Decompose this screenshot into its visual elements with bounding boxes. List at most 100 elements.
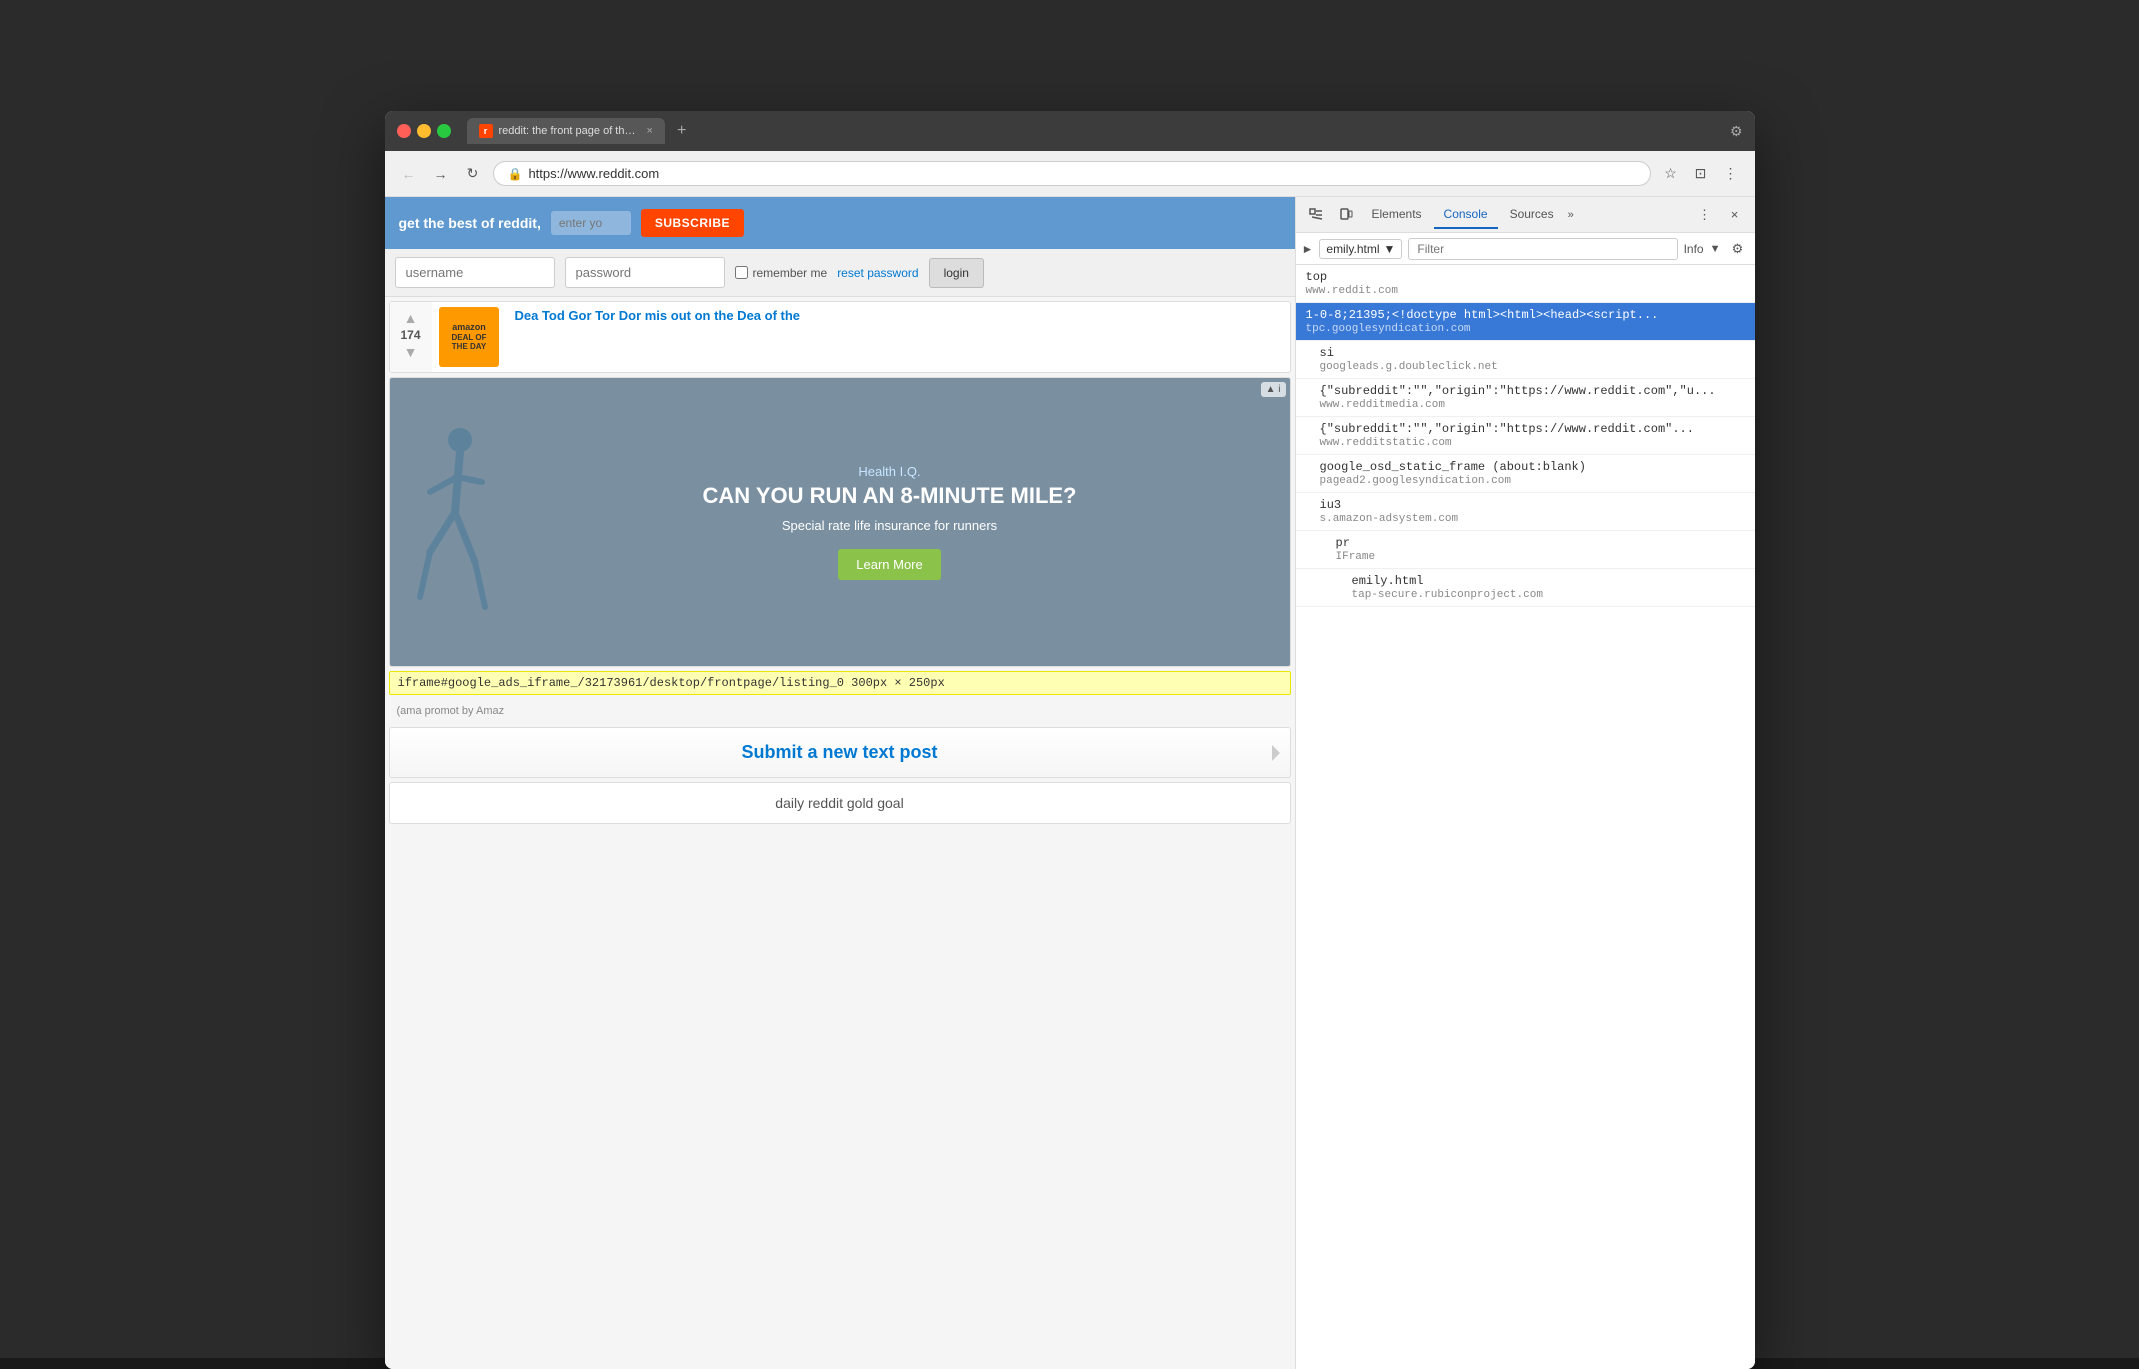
upvote-icon[interactable]: ▲ xyxy=(404,310,418,326)
minimize-traffic-light[interactable] xyxy=(417,124,431,138)
item-sub-si: googleads.g.doubleclick.net xyxy=(1320,361,1745,373)
reset-password-link[interactable]: reset password xyxy=(837,266,918,280)
item-sub-iu3: s.amazon-adsystem.com xyxy=(1320,513,1745,525)
tab-sources[interactable]: Sources xyxy=(1500,201,1564,229)
ad-body: Special rate life insurance for runners xyxy=(703,517,1077,535)
console-settings-gear[interactable]: ⚙ xyxy=(1727,238,1749,260)
gold-goal: daily reddit gold goal xyxy=(389,782,1291,824)
item-sub-emily: tap-secure.rubiconproject.com xyxy=(1352,589,1745,601)
iframe-highlight-bar: iframe#google_ads_iframe_/32173961/deskt… xyxy=(389,671,1291,695)
submit-post-button[interactable]: Submit a new text post xyxy=(389,727,1291,778)
console-item-si[interactable]: si googleads.g.doubleclick.net xyxy=(1296,341,1755,379)
new-tab-button[interactable]: + xyxy=(669,120,694,142)
item-main-selected: 1-0-8;21395;<!doctype html><html><head><… xyxy=(1306,308,1659,322)
tab-console[interactable]: Console xyxy=(1434,201,1498,229)
remember-checkbox[interactable] xyxy=(735,266,748,279)
console-item-emily[interactable]: emily.html tap-secure.rubiconproject.com xyxy=(1296,569,1755,607)
reddit-main: ▲ 174 ▼ amazon DEAL OF T xyxy=(385,297,1295,1369)
iframe-selector-text: iframe#google_ads_iframe_/32173961/deskt… xyxy=(398,676,945,690)
address-actions: ☆ ⊡ ⋮ xyxy=(1659,162,1743,186)
thumb-line3: THE DAY xyxy=(452,342,487,352)
amazon-thumbnail: amazon DEAL OF THE DAY xyxy=(439,307,499,367)
post-content: Dea Tod Gor Tor Dor mis out on the Dea o… xyxy=(507,302,1290,372)
menu-icon[interactable]: ⋮ xyxy=(1719,162,1743,186)
post-title[interactable]: Dea Tod Gor Tor Dor mis out on the Dea o… xyxy=(515,308,1282,325)
login-button[interactable]: login xyxy=(929,258,984,288)
item-main-emily: emily.html xyxy=(1352,574,1745,588)
device-toolbar-button[interactable] xyxy=(1332,201,1360,229)
reload-button[interactable]: ↻ xyxy=(461,162,485,186)
address-text: https://www.reddit.com xyxy=(528,166,659,181)
remember-label: remember me xyxy=(753,266,828,280)
tab-title: reddit: the front page of the in xyxy=(499,125,639,137)
ad-logo: Health I.Q. xyxy=(703,464,1077,479)
console-chevron-right[interactable]: ► xyxy=(1302,242,1314,256)
context-selector[interactable]: emily.html ▼ xyxy=(1319,239,1402,259)
post-item: ▲ 174 ▼ amazon DEAL OF T xyxy=(389,301,1291,373)
console-item-google-osd[interactable]: google_osd_static_frame (about:blank) pa… xyxy=(1296,455,1755,493)
remember-area: remember me xyxy=(735,266,828,280)
filter-input[interactable] xyxy=(1408,238,1677,260)
forward-button[interactable]: → xyxy=(429,162,453,186)
item-sub-redditstatic: www.redditstatic.com xyxy=(1320,437,1745,449)
content-area: ▲ 174 ▼ amazon DEAL OF T xyxy=(385,297,1295,1369)
subscribe-button[interactable]: SUBSCRIBE xyxy=(641,209,744,237)
extensions-icon[interactable]: ⊡ xyxy=(1689,162,1713,186)
address-input[interactable]: 🔒 https://www.reddit.com xyxy=(493,161,1651,186)
devtools-console: ► emily.html ▼ Info ▼ ⚙ xyxy=(1296,233,1755,1369)
item-main-text: top xyxy=(1306,270,1328,284)
devtools-panel: Elements Console Sources » ⋮ × xyxy=(1295,197,1755,1369)
tab-close-button[interactable]: × xyxy=(647,125,653,137)
maximize-traffic-light[interactable] xyxy=(437,124,451,138)
devtools-close-button[interactable]: × xyxy=(1721,201,1749,229)
thumb-line2: DEAL OF xyxy=(452,333,487,343)
inspect-element-button[interactable] xyxy=(1302,201,1330,229)
ad-badge: ▲ i xyxy=(1261,382,1286,397)
active-tab[interactable]: r reddit: the front page of the in × xyxy=(467,118,665,144)
item-sub-pr: IFrame xyxy=(1336,551,1745,563)
devtools-menu-icon[interactable]: ⚙ xyxy=(1730,123,1743,140)
item-main-google-osd: google_osd_static_frame (about:blank) xyxy=(1320,460,1745,474)
more-tabs-button[interactable]: » xyxy=(1568,209,1574,221)
browser-content: get the best of reddit, SUBSCRIBE rememb… xyxy=(385,197,1755,1369)
console-item-iu3[interactable]: iu3 s.amazon-adsystem.com xyxy=(1296,493,1755,531)
back-button[interactable]: ← xyxy=(397,162,421,186)
downvote-icon[interactable]: ▼ xyxy=(404,344,418,360)
ad-content: Health I.Q. CAN YOU RUN AN 8-MINUTE MILE… xyxy=(683,444,1097,600)
traffic-lights xyxy=(397,124,451,138)
username-input[interactable] xyxy=(395,257,555,288)
devtools-settings-dots[interactable]: ⋮ xyxy=(1691,201,1719,229)
console-filter-bar: ► emily.html ▼ Info ▼ ⚙ xyxy=(1296,233,1755,265)
bookmark-star-icon[interactable]: ☆ xyxy=(1659,162,1683,186)
console-item-pr[interactable]: pr IFrame xyxy=(1296,531,1755,569)
item-main-redditstatic: {"subreddit":"","origin":"https://www.re… xyxy=(1320,422,1745,436)
thumbnail-col: amazon DEAL OF THE DAY xyxy=(432,302,507,372)
ad-learn-button[interactable]: Learn More xyxy=(838,549,940,580)
reddit-page: get the best of reddit, SUBSCRIBE rememb… xyxy=(385,197,1295,1369)
tab-bar: r reddit: the front page of the in × + ⚙ xyxy=(467,118,1743,144)
info-chevron-icon: ▼ xyxy=(1710,243,1721,255)
item-sub-redditmedia: www.redditmedia.com xyxy=(1320,399,1745,411)
info-label: Info xyxy=(1684,242,1704,256)
close-traffic-light[interactable] xyxy=(397,124,411,138)
item-main-iu3: iu3 xyxy=(1320,498,1745,512)
console-item-redditstatic[interactable]: {"subreddit":"","origin":"https://www.re… xyxy=(1296,417,1755,455)
vote-count: 174 xyxy=(400,328,420,342)
amazon-promo: (ama promot by Amaz xyxy=(389,699,1291,723)
item-main-redditmedia: {"subreddit":"","origin":"https://www.re… xyxy=(1320,384,1745,398)
tab-elements[interactable]: Elements xyxy=(1362,201,1432,229)
ad-headline: CAN YOU RUN AN 8-MINUTE MILE? xyxy=(703,483,1077,509)
address-bar: ← → ↻ 🔒 https://www.reddit.com ☆ ⊡ ⋮ xyxy=(385,151,1755,197)
item-main-si: si xyxy=(1320,346,1745,360)
console-item-selected[interactable]: 1-0-8;21395;<!doctype html><html><head><… xyxy=(1296,303,1755,341)
console-item-top[interactable]: top www.reddit.com xyxy=(1296,265,1755,303)
topbar-text: get the best of reddit, xyxy=(399,215,541,231)
item-sub-text: www.reddit.com xyxy=(1306,285,1745,297)
ad-banner: ▲ i xyxy=(389,377,1291,667)
reddit-topbar: get the best of reddit, SUBSCRIBE xyxy=(385,197,1295,249)
console-item-redditmedia[interactable]: {"subreddit":"","origin":"https://www.re… xyxy=(1296,379,1755,417)
enter-input[interactable] xyxy=(551,211,631,235)
password-input[interactable] xyxy=(565,257,725,288)
lock-icon: 🔒 xyxy=(508,167,523,181)
ad-runner-image xyxy=(390,378,510,666)
